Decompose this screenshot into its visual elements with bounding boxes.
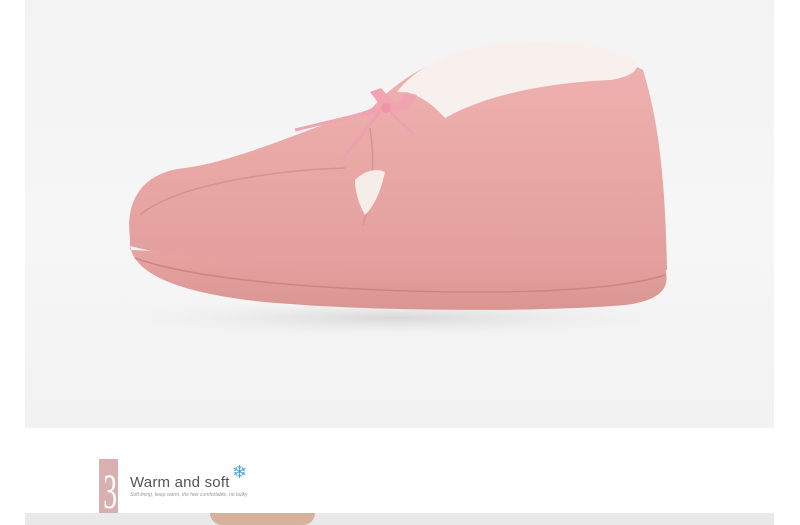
section-title: Warm and soft: [130, 474, 230, 491]
snowflake-icon: ❄: [232, 462, 248, 482]
next-product-photo: [25, 513, 774, 525]
pink-slipper-image: [75, 41, 715, 340]
section-subtitle: Soft lining, keep warm, the feet comfort…: [130, 492, 248, 498]
hand-image: [210, 513, 315, 525]
section-number: 3: [103, 463, 118, 519]
product-photo: [25, 0, 774, 428]
